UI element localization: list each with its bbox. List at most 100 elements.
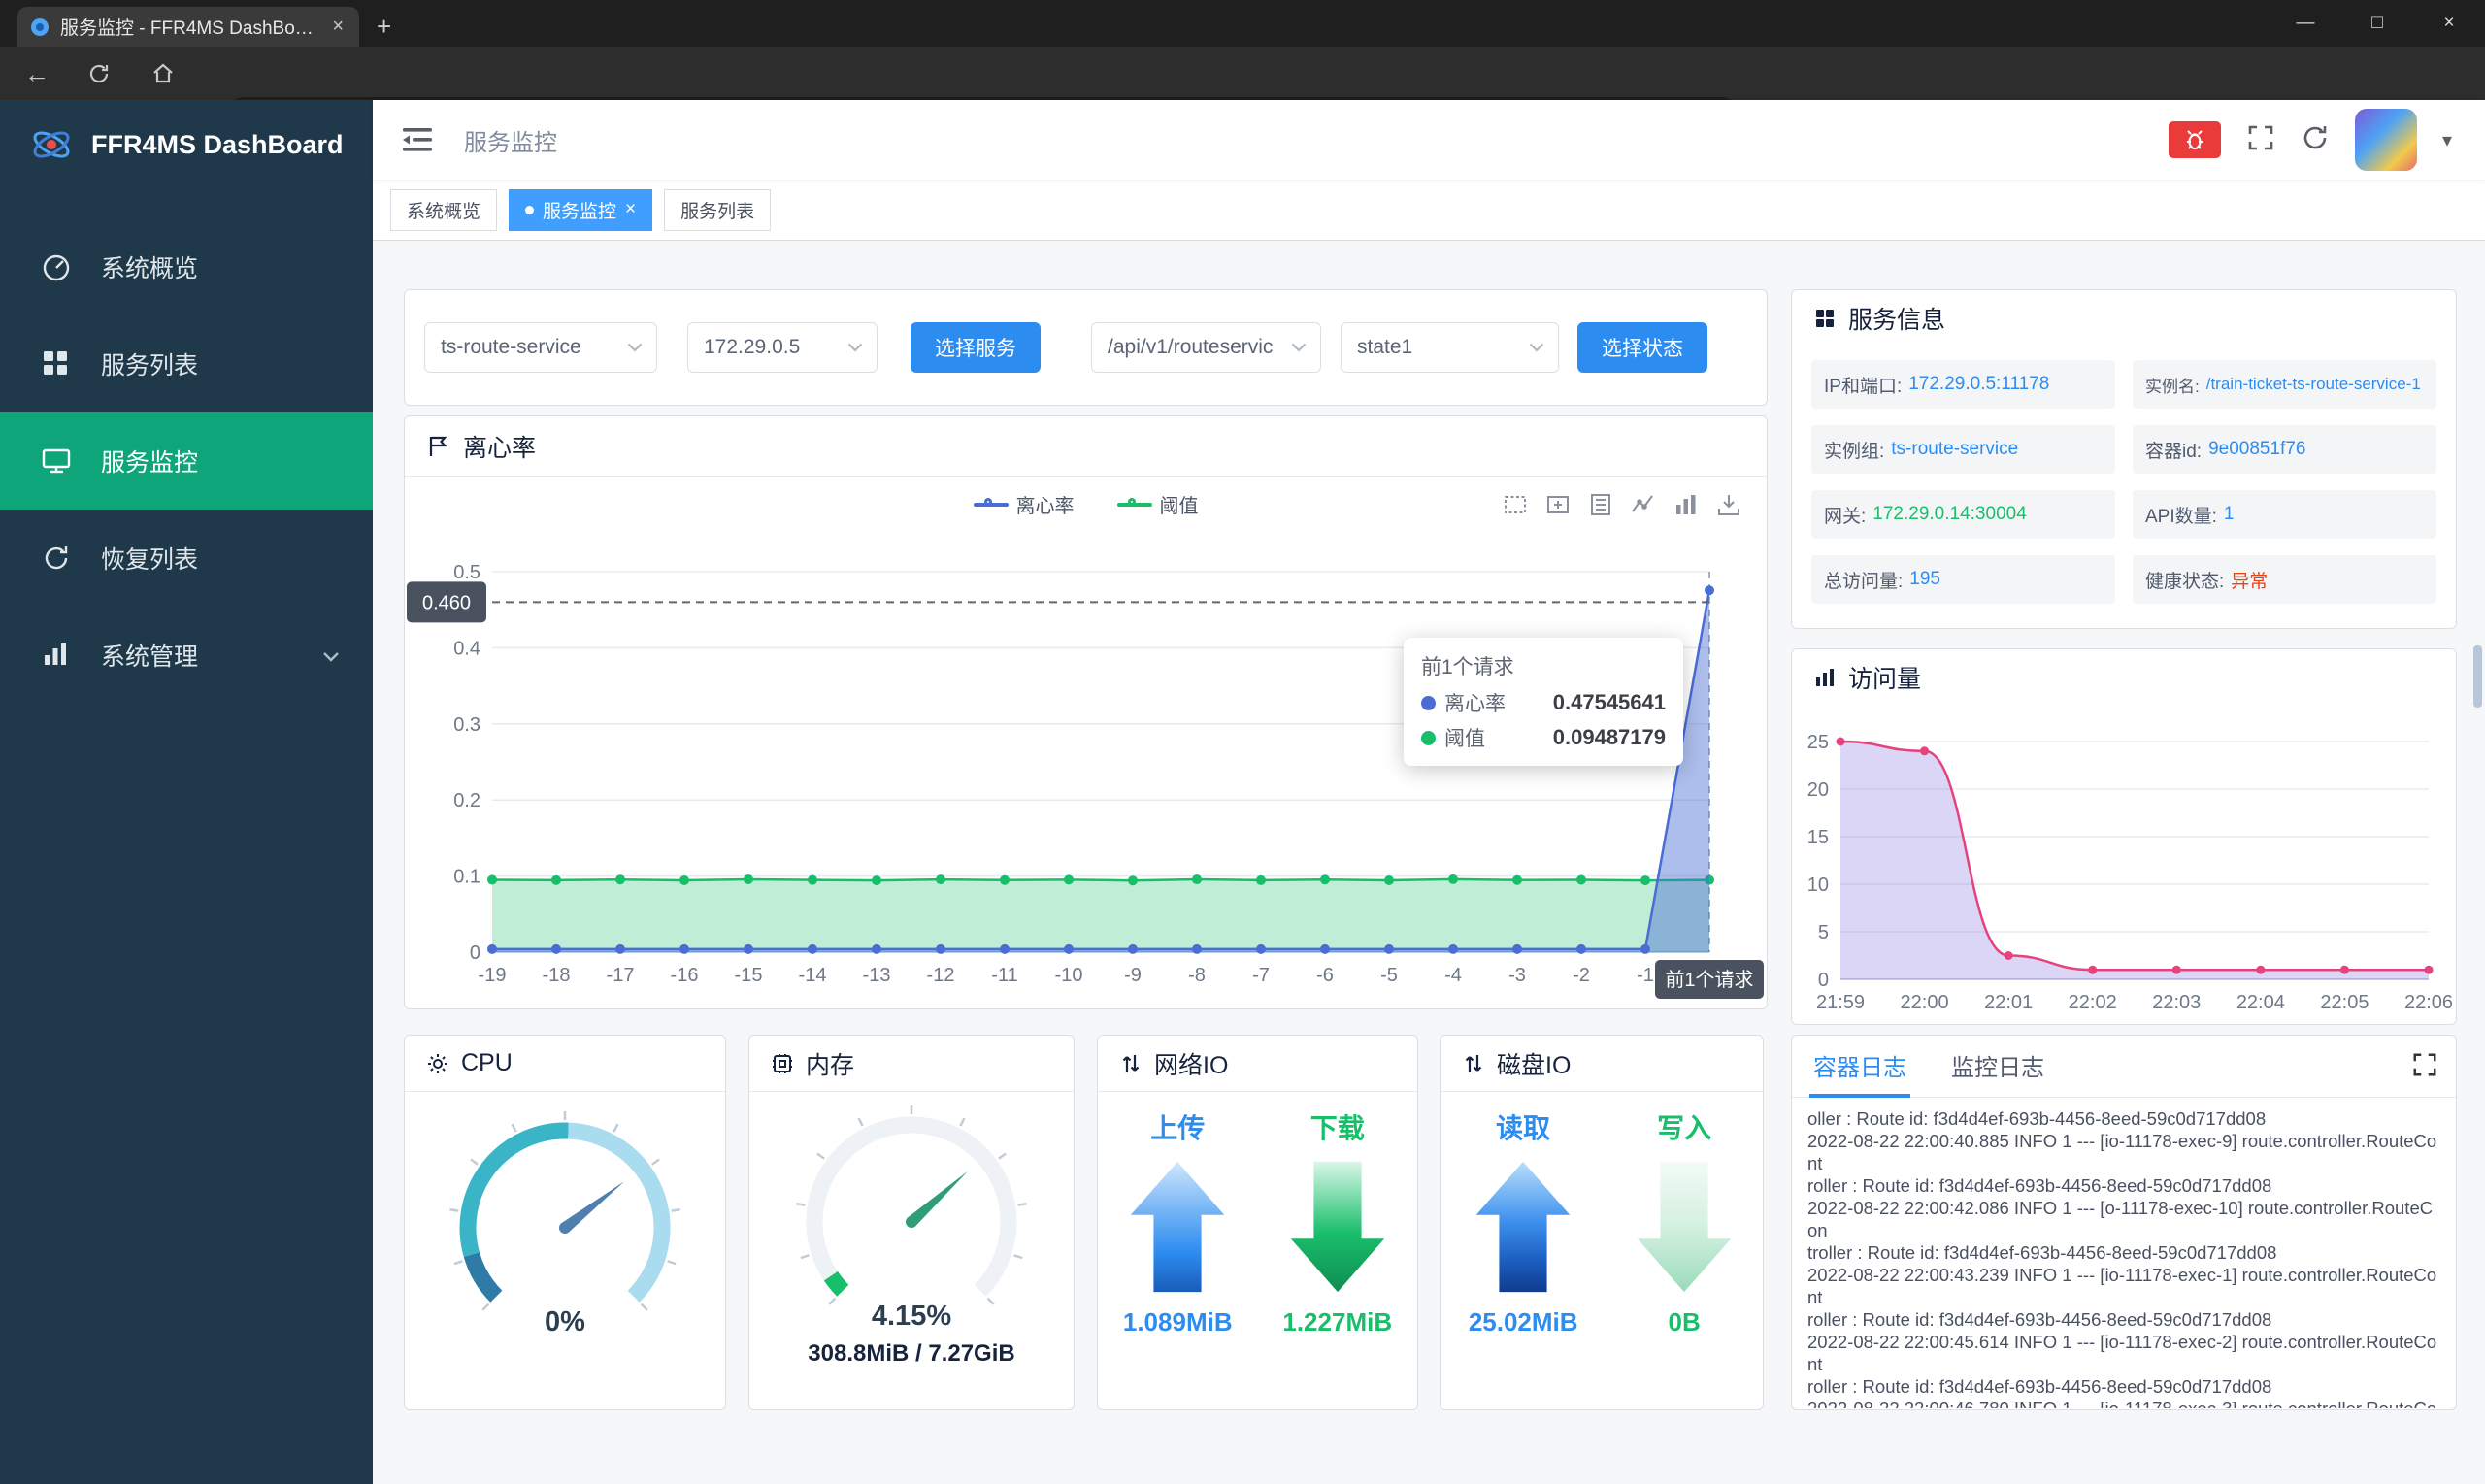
select-service-button[interactable]: 选择服务 bbox=[911, 322, 1041, 373]
svg-text:-18: -18 bbox=[543, 965, 571, 986]
field-container-id: 容器id: 9e00851f76 bbox=[2133, 425, 2436, 474]
network-download: 下载 1.227MiB bbox=[1282, 1113, 1393, 1336]
tab-container-logs[interactable]: 容器日志 bbox=[1809, 1048, 1910, 1098]
eccentricity-chart[interactable]: 0 0.1 0.2 0.3 0.4 0.5 -19 -18 -17 -16 -15 -14 -13 -12… bbox=[405, 535, 1769, 1012]
disk-write: 写入 0B bbox=[1634, 1107, 1735, 1337]
app-logo[interactable]: FFR4MS DashBoard bbox=[0, 100, 373, 189]
sidebar-item-system-management[interactable]: 系统管理 bbox=[0, 607, 373, 704]
active-dot bbox=[525, 205, 535, 214]
svg-text:0: 0 bbox=[470, 942, 480, 964]
browser-tab[interactable]: 服务监控 - FFR4MS DashBoard × bbox=[17, 7, 359, 47]
svg-text:-3: -3 bbox=[1508, 965, 1526, 986]
svg-text:22:06: 22:06 bbox=[2404, 992, 2453, 1013]
data-view-icon[interactable] bbox=[1588, 492, 1613, 517]
card-title: 服务信息 bbox=[1848, 307, 1946, 334]
caret-down-icon[interactable]: ▾ bbox=[2442, 128, 2452, 152]
window-close-button[interactable]: × bbox=[2413, 0, 2485, 47]
home-button[interactable] bbox=[146, 56, 181, 91]
reload-button[interactable] bbox=[82, 56, 116, 91]
cpu-card: CPU 0% bbox=[404, 1035, 726, 1410]
up-down-arrows-icon bbox=[1465, 1054, 1482, 1072]
chevron-down-icon bbox=[1291, 343, 1307, 352]
tab-close-icon[interactable]: × bbox=[328, 16, 348, 38]
zoom-select-icon[interactable] bbox=[1503, 492, 1528, 517]
svg-text:22:04: 22:04 bbox=[2236, 992, 2285, 1013]
window-controls: — □ × bbox=[2270, 0, 2485, 47]
tag-service-monitor[interactable]: 服务监控 × bbox=[509, 188, 653, 231]
tag-close-icon[interactable]: × bbox=[625, 199, 636, 220]
service-select[interactable]: ts-route-service bbox=[424, 322, 657, 373]
legend-item-eccentricity[interactable]: 离心率 bbox=[973, 490, 1075, 518]
memory-icon bbox=[773, 1053, 792, 1073]
download-arrow-icon bbox=[1290, 1161, 1384, 1293]
error-log-button[interactable] bbox=[2168, 121, 2221, 158]
scrollbar-thumb[interactable] bbox=[2473, 645, 2482, 708]
visits-chart[interactable]: 0 5 10 15 20 25 21:59 22:00 22:01 22:02 22:03 22:04… bbox=[1792, 709, 2456, 1022]
tab-monitor-logs[interactable]: 监控日志 bbox=[1951, 1048, 2044, 1097]
fullscreen-icon[interactable] bbox=[2246, 123, 2275, 157]
card-title: CPU bbox=[461, 1049, 513, 1076]
series-dot bbox=[1421, 730, 1436, 745]
tag-overview[interactable]: 系统概览 bbox=[390, 188, 498, 231]
chevron-down-icon bbox=[847, 343, 863, 352]
svg-text:21:59: 21:59 bbox=[1816, 992, 1865, 1013]
svg-text:0.5: 0.5 bbox=[453, 562, 480, 583]
field-ip-port: IP和端口: 172.29.0.5:11178 bbox=[1811, 360, 2115, 409]
visits-card: 访问量 0 5 10 15 20 25 21:59 22:00 22:01 22:02 22:03 2… bbox=[1791, 648, 2457, 1025]
tag-service-list[interactable]: 服务列表 bbox=[664, 188, 772, 231]
svg-text:-2: -2 bbox=[1573, 965, 1590, 986]
log-line: troller : Route id: f3d4d4ef-693b-4456-8… bbox=[1807, 1242, 2277, 1263]
svg-text:22:03: 22:03 bbox=[2152, 992, 2201, 1013]
bar-chart-type-icon[interactable] bbox=[1673, 492, 1699, 517]
refresh-cycle-icon bbox=[41, 543, 72, 574]
svg-text:-19: -19 bbox=[479, 965, 507, 986]
state-select[interactable]: state1 bbox=[1341, 322, 1559, 373]
svg-text:5: 5 bbox=[1818, 922, 1829, 943]
zoom-reset-icon[interactable] bbox=[1545, 492, 1571, 517]
log-line: oller : Route id: f3d4d4ef-693b-4456-8ee… bbox=[1807, 1108, 2267, 1129]
user-avatar[interactable] bbox=[2354, 109, 2417, 171]
line-chart-type-icon[interactable] bbox=[1631, 492, 1656, 517]
app-navbar: 服务监控 ▾ bbox=[373, 100, 2485, 180]
sidebar-item-overview[interactable]: 系统概览 bbox=[0, 218, 373, 315]
svg-text:22:00: 22:00 bbox=[1901, 992, 1949, 1013]
svg-text:0.460: 0.460 bbox=[422, 592, 471, 613]
api-select[interactable]: /api/v1/routeservic bbox=[1091, 322, 1321, 373]
dashboard-icon bbox=[41, 251, 72, 282]
select-state-button[interactable]: 选择状态 bbox=[1577, 322, 1707, 373]
hamburger-icon[interactable] bbox=[398, 120, 437, 159]
svg-text:0.2: 0.2 bbox=[453, 790, 480, 811]
svg-text:前1个请求: 前1个请求 bbox=[1665, 969, 1753, 991]
window-maximize-button[interactable]: □ bbox=[2341, 0, 2413, 47]
save-image-icon[interactable] bbox=[1716, 492, 1741, 517]
fullscreen-icon[interactable] bbox=[2411, 1051, 2438, 1083]
eccentricity-card: 离心率 离心率 阈值 0 0.1 0.2 0.3 0.4 0.5 -19 -18… bbox=[404, 415, 1768, 1009]
new-tab-button[interactable]: + bbox=[377, 12, 391, 41]
log-line: 2022-08-22 22:00:42.086 INFO 1 --- [o-11… bbox=[1807, 1198, 2434, 1240]
sidebar-item-recovery-list[interactable]: 恢复列表 bbox=[0, 510, 373, 607]
breadcrumb[interactable]: 服务监控 bbox=[464, 123, 557, 157]
gear-icon bbox=[428, 1053, 447, 1073]
svg-text:22:01: 22:01 bbox=[1984, 992, 2033, 1013]
svg-text:-10: -10 bbox=[1055, 965, 1083, 986]
monitor-icon bbox=[41, 445, 72, 477]
write-arrow-icon bbox=[1637, 1161, 1732, 1293]
browser-titlebar: 服务监控 - FFR4MS DashBoard × + — □ × bbox=[0, 0, 2485, 47]
network-io-card: 网络IO 上传 1.089MiB 下载 1.227MiB bbox=[1097, 1035, 1418, 1410]
ip-select[interactable]: 172.29.0.5 bbox=[687, 322, 878, 373]
legend-item-threshold[interactable]: 阈值 bbox=[1116, 490, 1199, 518]
back-button[interactable]: ← bbox=[19, 56, 54, 91]
refresh-icon[interactable] bbox=[2301, 123, 2330, 157]
window-minimize-button[interactable]: — bbox=[2270, 0, 2341, 47]
sidebar-item-service-list[interactable]: 服务列表 bbox=[0, 315, 373, 412]
series-dot bbox=[1421, 695, 1436, 710]
svg-text:4.15%: 4.15% bbox=[872, 1301, 951, 1332]
memory-card: 内存 4.15% 308.8MiB / 7.27GiB bbox=[748, 1035, 1075, 1410]
field-api-count: API数量: 1 bbox=[2133, 490, 2436, 539]
disk-io-card: 磁盘IO 读取 25.02MiB 写入 0B bbox=[1440, 1035, 1764, 1410]
log-lines[interactable]: oller : Route id: f3d4d4ef-693b-4456-8ee… bbox=[1792, 1098, 2456, 1408]
screen: 服务监控 - FFR4MS DashBoard × + — □ × ← loca… bbox=[0, 0, 2485, 1484]
sidebar-item-service-monitor[interactable]: 服务监控 bbox=[0, 412, 373, 510]
field-health-status: 健康状态: 异常 bbox=[2133, 555, 2436, 604]
svg-text:-16: -16 bbox=[671, 965, 699, 986]
